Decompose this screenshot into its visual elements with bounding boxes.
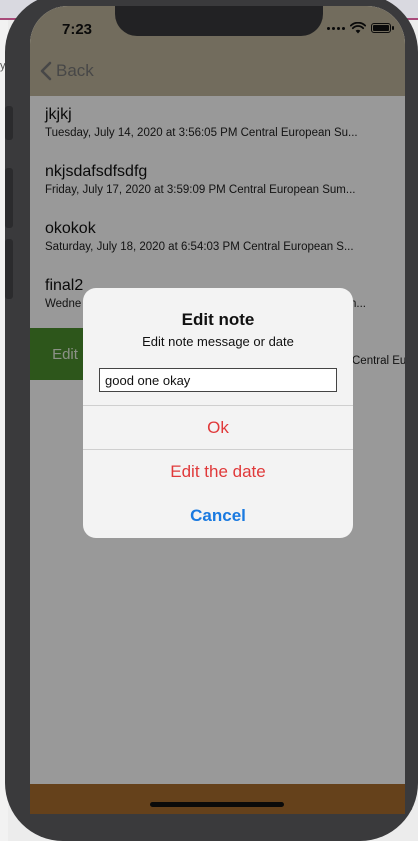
ok-button[interactable]: Ok (83, 406, 353, 450)
volume-down-button (5, 239, 13, 299)
note-text-input[interactable] (99, 368, 337, 392)
phone-frame: 7:23 Back jkjkj Tuesday, July 14, 2020 a… (5, 0, 418, 841)
phone-screen: 7:23 Back jkjkj Tuesday, July 14, 2020 a… (30, 6, 405, 814)
edit-note-alert: Edit note Edit note message or date Ok E… (83, 288, 353, 538)
cancel-button[interactable]: Cancel (83, 494, 353, 538)
volume-up-button (5, 168, 13, 228)
mute-switch (5, 106, 13, 140)
edit-date-button[interactable]: Edit the date (83, 450, 353, 494)
alert-message: Edit note message or date (142, 334, 294, 349)
alert-title: Edit note (181, 310, 255, 329)
